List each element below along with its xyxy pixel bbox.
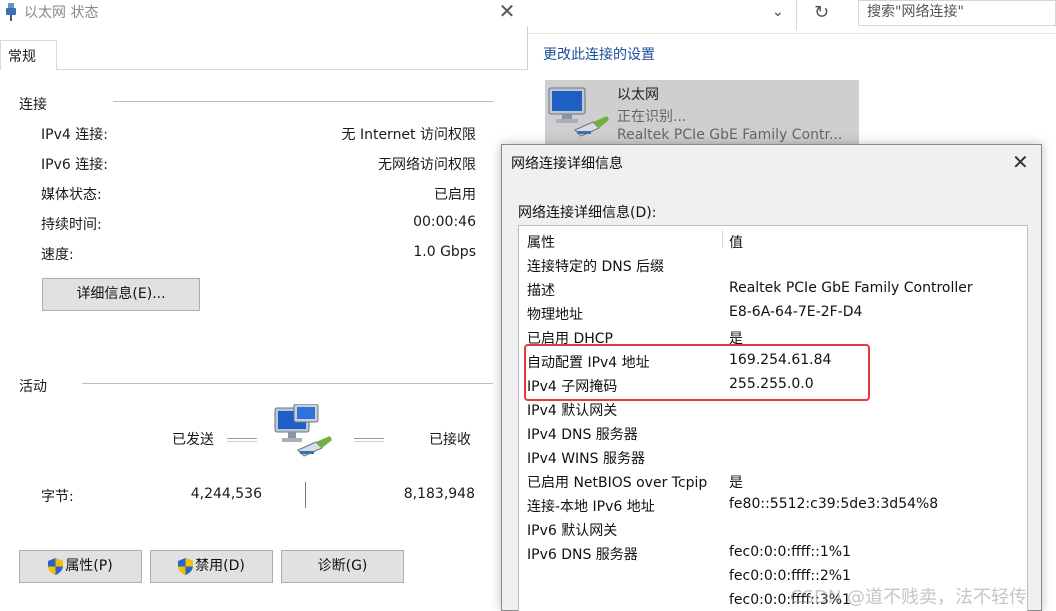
adapter-status: 正在识别... xyxy=(617,109,687,125)
detail-row-value: fe80::5512:c39:5de3:3d54%8 xyxy=(729,496,939,512)
duration-value: 00:00:46 xyxy=(413,214,476,230)
detail-row-value: fec0:0:0:ffff::2%1 xyxy=(729,568,851,584)
activity-heading: 活动 xyxy=(19,379,47,395)
column-header-property[interactable]: 属性 xyxy=(527,232,555,252)
connection-heading: 连接 xyxy=(19,97,47,113)
speed-value: 1.0 Gbps xyxy=(413,244,476,260)
ethernet-adapter-item[interactable]: 以太网 正在识别... Realtek PCIe GbE Family Cont… xyxy=(545,80,859,146)
detail-row-value: E8-6A-64-7E-2F-D4 xyxy=(729,304,863,320)
connection-divider xyxy=(113,101,493,102)
ipv6-connectivity-value: 无网络访问权限 xyxy=(378,157,476,173)
ipv4-connectivity-value: 无 Internet 访问权限 xyxy=(341,127,477,143)
detail-row-value: fec0:0:0:ffff::1%1 xyxy=(729,544,851,560)
chevron-down-icon[interactable]: ⌄ xyxy=(772,4,784,20)
bytes-sent-value: 4,244,536 xyxy=(190,486,262,502)
detail-row-property: IPv4 WINS 服务器 xyxy=(527,451,645,467)
network-cable-icon xyxy=(6,3,16,21)
detail-row-property: 描述 xyxy=(527,283,555,299)
details-dialog-title: 网络连接详细信息 xyxy=(511,156,623,172)
detail-row-property: IPv4 默认网关 xyxy=(527,403,618,419)
properties-button-label: 属性(P) xyxy=(65,558,113,574)
speed-label: 速度: xyxy=(41,247,74,263)
detail-row-property: 已启用 NetBIOS over Tcpip xyxy=(527,475,708,491)
close-icon[interactable]: ✕ xyxy=(496,0,518,22)
media-state-value: 已启用 xyxy=(434,187,476,203)
network-adapter-icon xyxy=(548,87,609,137)
received-label: 已接收 xyxy=(429,432,471,448)
diagnose-button[interactable]: 诊断(G) xyxy=(281,550,404,583)
bytes-label: 字节: xyxy=(41,489,74,505)
change-settings-link[interactable]: 更改此连接的设置 xyxy=(543,44,655,64)
address-separator xyxy=(796,0,797,30)
general-panel: 连接 IPv4 连接: 无 Internet 访问权限 IPv6 连接: 无网络… xyxy=(0,70,528,611)
detail-row-property: IPv6 DNS 服务器 xyxy=(527,547,638,563)
ethernet-status-window: 以太网 状态 ✕ 常规 连接 IPv4 连接: 无 Internet 访问权限 … xyxy=(0,0,528,611)
detail-row-property: IPv6 默认网关 xyxy=(527,523,618,539)
sent-line-shadow xyxy=(227,441,257,442)
adapter-device: Realtek PCIe GbE Family Contr... xyxy=(617,127,843,143)
received-line xyxy=(354,438,384,439)
disable-button[interactable]: 禁用(D) xyxy=(150,550,273,583)
detail-row-property: 连接-本地 IPv6 地址 xyxy=(527,499,655,515)
received-line-shadow xyxy=(354,441,384,442)
bytes-received-value: 8,183,948 xyxy=(403,486,475,502)
activity-divider xyxy=(82,383,493,384)
ipv6-connectivity-label: IPv6 连接: xyxy=(41,157,108,173)
duration-label: 持续时间: xyxy=(41,217,102,233)
uac-shield-icon xyxy=(48,558,64,575)
annotation-highlight-box xyxy=(524,344,870,401)
network-computers-icon xyxy=(274,404,332,457)
sent-line xyxy=(227,438,257,439)
detail-row-property: 连接特定的 DNS 后缀 xyxy=(527,259,665,275)
address-bar: ⌄ ↻ 搜索"网络连接" xyxy=(528,0,1056,34)
status-titlebar: 以太网 状态 ✕ xyxy=(0,0,528,26)
adapter-name: 以太网 xyxy=(617,87,659,103)
column-header-value[interactable]: 值 xyxy=(729,232,743,252)
tab-general[interactable]: 常规 xyxy=(0,40,57,71)
uac-shield-icon xyxy=(178,558,194,575)
status-window-title: 以太网 状态 xyxy=(24,5,99,21)
tab-strip: 常规 xyxy=(0,40,528,71)
detail-row-property: 物理地址 xyxy=(527,307,583,323)
details-listview[interactable]: 属性 值 连接特定的 DNS 后缀 描述 Realtek PCIe GbE Fa… xyxy=(518,225,1028,611)
disable-button-label: 禁用(D) xyxy=(195,558,245,574)
detail-row-value: 是 xyxy=(729,475,743,491)
detail-row-property: IPv4 DNS 服务器 xyxy=(527,427,638,443)
refresh-icon[interactable]: ↻ xyxy=(814,2,829,23)
search-input[interactable]: 搜索"网络连接" xyxy=(858,0,1056,26)
ipv4-connectivity-label: IPv4 连接: xyxy=(41,127,108,143)
watermark: CSDN @道不贱卖，法不轻传 xyxy=(790,587,1028,608)
close-icon[interactable]: ✕ xyxy=(1012,150,1029,174)
details-list-label: 网络连接详细信息(D): xyxy=(518,205,657,221)
details-button[interactable]: 详细信息(E)... xyxy=(42,278,200,311)
media-state-label: 媒体状态: xyxy=(41,187,102,203)
properties-button[interactable]: 属性(P) xyxy=(19,550,142,583)
bytes-separator xyxy=(305,482,306,508)
detail-row-value: Realtek PCIe GbE Family Controller xyxy=(729,280,973,296)
sent-label: 已发送 xyxy=(172,432,214,448)
column-header-separator[interactable] xyxy=(722,230,723,248)
